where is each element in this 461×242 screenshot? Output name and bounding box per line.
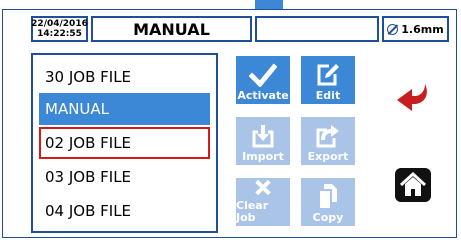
- list-item-label: MANUAL: [45, 100, 110, 118]
- edit-icon: [317, 64, 339, 86]
- wire-size-display: 1.6mm: [382, 16, 449, 42]
- home-button[interactable]: [395, 168, 431, 202]
- mode-title: MANUAL: [91, 16, 252, 42]
- activate-button[interactable]: Activate: [236, 56, 290, 104]
- status-field: [255, 16, 379, 42]
- diameter-icon: [387, 23, 399, 35]
- job-file-list[interactable]: 30 JOB FILE MANUAL 02 JOB FILE 03 JOB FI…: [31, 53, 218, 233]
- checkmark-icon: [249, 63, 277, 87]
- copy-button[interactable]: Copy: [301, 178, 355, 226]
- x-icon: [255, 179, 271, 196]
- list-item[interactable]: 03 JOB FILE: [39, 161, 210, 193]
- datetime-display: 22/04/2016 14:22:55: [31, 16, 88, 42]
- home-icon: [399, 172, 427, 196]
- copy-icon: [320, 184, 337, 208]
- list-item-label: 04 JOB FILE: [45, 202, 132, 220]
- date-text: 22/04/2016: [31, 19, 88, 29]
- list-item-selected[interactable]: MANUAL: [39, 93, 210, 125]
- back-arrow-icon[interactable]: [392, 78, 432, 118]
- list-item-label: 03 JOB FILE: [45, 168, 132, 186]
- import-icon: [252, 125, 274, 148]
- mode-text: MANUAL: [133, 19, 210, 39]
- clear-job-button[interactable]: Clear Job: [236, 178, 290, 226]
- list-item-highlighted[interactable]: 02 JOB FILE: [39, 127, 210, 159]
- edit-label: Edit: [315, 89, 341, 102]
- export-label: Export: [307, 150, 349, 163]
- list-item[interactable]: 04 JOB FILE: [39, 195, 210, 227]
- list-item-label: 30 JOB FILE: [45, 68, 132, 86]
- edit-button[interactable]: Edit: [301, 56, 355, 104]
- copy-label: Copy: [312, 211, 344, 224]
- time-text: 14:22:55: [37, 29, 82, 39]
- list-item-label: 02 JOB FILE: [45, 134, 132, 152]
- wire-size-text: 1.6mm: [401, 22, 444, 36]
- import-label: Import: [242, 150, 284, 163]
- export-icon: [316, 125, 339, 148]
- list-item[interactable]: 30 JOB FILE: [39, 61, 210, 93]
- activate-label: Activate: [237, 89, 289, 102]
- clear-job-label: Clear Job: [236, 199, 269, 224]
- export-button[interactable]: Export: [301, 117, 355, 165]
- import-button[interactable]: Import: [236, 117, 290, 165]
